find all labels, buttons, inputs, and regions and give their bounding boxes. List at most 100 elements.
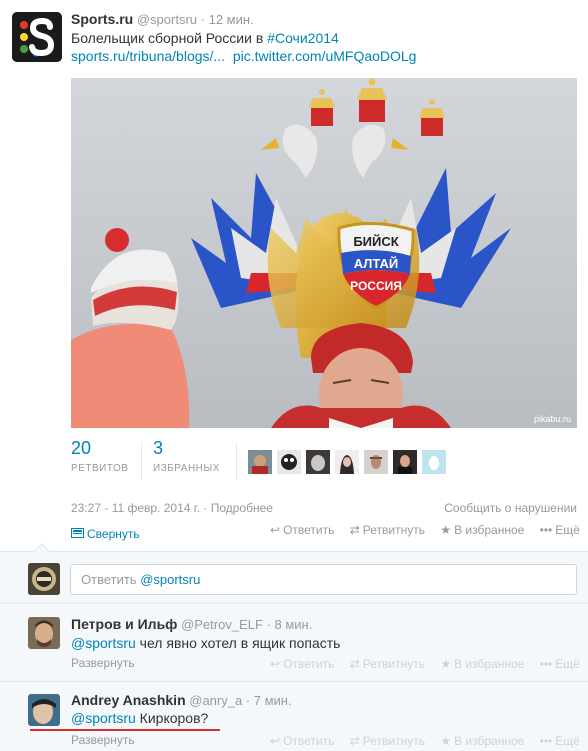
- tweet-links: sports.ru/tribuna/blogs/... pic.twitter.…: [71, 48, 416, 64]
- retweets-label: РЕТВИТОВ: [71, 463, 129, 474]
- reply-mention-link[interactable]: @sportsru: [71, 635, 136, 651]
- expand-link[interactable]: Развернуть: [71, 733, 135, 747]
- reply-author-name[interactable]: Andrey Anashkin: [71, 692, 186, 708]
- hat-badge-line-2: АЛТАЙ: [354, 256, 399, 271]
- pic-link[interactable]: pic.twitter.com/uMFQaoDOLg: [233, 48, 417, 64]
- more-button[interactable]: ••• Ещё: [540, 734, 580, 748]
- star-icon: ★: [440, 657, 452, 671]
- more-button[interactable]: ••• Ещё: [540, 523, 580, 537]
- sportsru-logo-icon: [12, 12, 62, 62]
- reply-author-handle[interactable]: @Petrov_ELF: [181, 617, 263, 632]
- reply-header: Петров и Ильф @Petrov_ELF · 8 мин.: [71, 616, 312, 632]
- reply-icon: ↩: [270, 523, 281, 537]
- reply-time[interactable]: · 7 мин.: [246, 693, 292, 708]
- reply-header: Andrey Anashkin @anry_a · 7 мин.: [71, 692, 292, 708]
- more-label: Ещё: [555, 657, 580, 671]
- favoriter-avatar[interactable]: [277, 450, 301, 474]
- tweet-text: Болельщик сборной России в #Сочи2014: [71, 30, 339, 46]
- tweet-header: Sports.ru @sportsru · 12 мин.: [71, 11, 254, 27]
- stats-divider: [236, 442, 237, 480]
- favorites-label: ИЗБРАННЫХ: [153, 463, 220, 474]
- reply-actions: ↩ Ответить ⇄ Ретвитнуть ★ В избранное ••• Ещ…: [270, 657, 580, 671]
- reply-tweet: Петров и Ильф @Petrov_ELF · 8 мин. @spor…: [0, 605, 588, 682]
- reply-text-body: Киркоров?: [135, 710, 209, 726]
- tweet-time[interactable]: · 12 мин.: [201, 12, 254, 27]
- collapse-label: Свернуть: [87, 527, 140, 541]
- details-link[interactable]: · Подробнее: [203, 501, 273, 515]
- author-handle[interactable]: @sportsru: [137, 12, 197, 27]
- favoriter-avatar-image: [364, 450, 388, 474]
- reply-author-avatar[interactable]: [28, 694, 60, 726]
- reply-time[interactable]: · 8 мин.: [267, 617, 313, 632]
- reply-button[interactable]: ↩ Ответить: [270, 734, 334, 748]
- blog-link[interactable]: sports.ru/tribuna/blogs/...: [71, 48, 225, 64]
- stats-divider: [141, 442, 142, 480]
- retweet-button[interactable]: ⇄ Ретвитнуть: [350, 734, 425, 748]
- current-user-avatar[interactable]: [28, 563, 60, 595]
- retweet-label: Ретвитнуть: [362, 734, 425, 748]
- favorites-stat[interactable]: 3 ИЗБРАННЫХ: [153, 438, 220, 474]
- favoriter-avatar-image: [277, 450, 301, 474]
- favoriter-avatar-image: [306, 450, 330, 474]
- tweet-meta: 23:27 - 11 февр. 2014 г. · Подробнее: [71, 501, 273, 515]
- more-label: Ещё: [555, 734, 580, 748]
- favoriter-avatar-image: [335, 450, 359, 474]
- retweet-icon: ⇄: [349, 657, 360, 671]
- reply-author-avatar-image: [28, 694, 60, 726]
- retweets-stat[interactable]: 20 РЕТВИТОВ: [71, 438, 128, 474]
- collapse-button[interactable]: Свернуть: [71, 527, 140, 541]
- tweet-stats: 20 РЕТВИТОВ 3 ИЗБРАННЫХ: [71, 438, 577, 488]
- reply-label: Ответить: [283, 657, 335, 671]
- main-tweet: Sports.ru @sportsru · 12 мин. Болельщик …: [0, 0, 588, 551]
- photo-watermark: pikabu.ru: [534, 414, 571, 424]
- retweets-count: 20: [71, 438, 92, 458]
- reply-input[interactable]: Ответить @sportsru: [70, 564, 577, 595]
- more-label: Ещё: [555, 523, 580, 537]
- hat-badge-line-3: РОССИЯ: [350, 279, 402, 293]
- more-icon: •••: [539, 657, 553, 671]
- favoriter-avatar[interactable]: [335, 450, 359, 474]
- tweet-photo[interactable]: БИЙСК АЛТАЙ РОССИЯ pikabu.ru: [71, 78, 577, 428]
- red-underline-annotation: [30, 729, 220, 731]
- report-link[interactable]: Сообщить о нарушении: [444, 501, 577, 515]
- author-name[interactable]: Sports.ru: [71, 11, 133, 27]
- retweet-icon: ⇄: [349, 734, 360, 748]
- reply-input-mention: @sportsru: [140, 572, 201, 587]
- favoriter-avatar-default-egg-icon: [422, 450, 446, 474]
- favoriter-avatar[interactable]: [306, 450, 330, 474]
- favoriter-avatar[interactable]: [364, 450, 388, 474]
- reply-text: @sportsru чел явно хотел в ящик попасть: [71, 635, 340, 651]
- reply-author-name[interactable]: Петров и Ильф: [71, 616, 177, 632]
- more-button[interactable]: ••• Ещё: [540, 657, 580, 671]
- reply-input-placeholder: Ответить: [81, 572, 141, 587]
- favoriter-avatar[interactable]: [422, 450, 446, 474]
- more-icon: •••: [539, 734, 553, 748]
- fan-photo-image: БИЙСК АЛТАЙ РОССИЯ pikabu.ru: [71, 78, 577, 428]
- reply-mention-link[interactable]: @sportsru: [71, 710, 136, 726]
- reply-button[interactable]: ↩ Ответить: [270, 657, 334, 671]
- reply-author-handle[interactable]: @anry_a: [189, 693, 242, 708]
- expand-link[interactable]: Развернуть: [71, 656, 135, 670]
- star-icon: ★: [440, 734, 452, 748]
- retweet-label: Ретвитнуть: [362, 523, 425, 537]
- reply-button[interactable]: ↩ Ответить: [270, 523, 334, 537]
- hashtag-link[interactable]: #Сочи2014: [267, 30, 339, 46]
- reply-label: Ответить: [283, 523, 335, 537]
- sportsru-avatar[interactable]: [12, 12, 62, 62]
- tweet-text-plain: Болельщик сборной России в: [71, 30, 268, 46]
- star-icon: ★: [440, 523, 452, 537]
- retweet-button[interactable]: ⇄ Ретвитнуть: [350, 523, 425, 537]
- reply-actions: ↩ Ответить ⇄ Ретвитнуть ★ В избранное ••• Ещ…: [270, 734, 580, 748]
- favorite-button[interactable]: ★ В избранное: [440, 734, 524, 748]
- favorite-button[interactable]: ★ В избранное: [440, 523, 524, 537]
- favorite-button[interactable]: ★ В избранное: [440, 657, 524, 671]
- favorite-label: В избранное: [454, 657, 525, 671]
- tweet-datetime[interactable]: 23:27 - 11 февр. 2014 г.: [71, 501, 200, 515]
- reply-label: Ответить: [283, 734, 335, 748]
- reply-icon: ↩: [270, 657, 281, 671]
- favoriter-avatar-image: [248, 450, 272, 474]
- favoriter-avatar[interactable]: [248, 450, 272, 474]
- reply-author-avatar[interactable]: [28, 617, 60, 649]
- favoriter-avatar[interactable]: [393, 450, 417, 474]
- retweet-button[interactable]: ⇄ Ретвитнуть: [350, 657, 425, 671]
